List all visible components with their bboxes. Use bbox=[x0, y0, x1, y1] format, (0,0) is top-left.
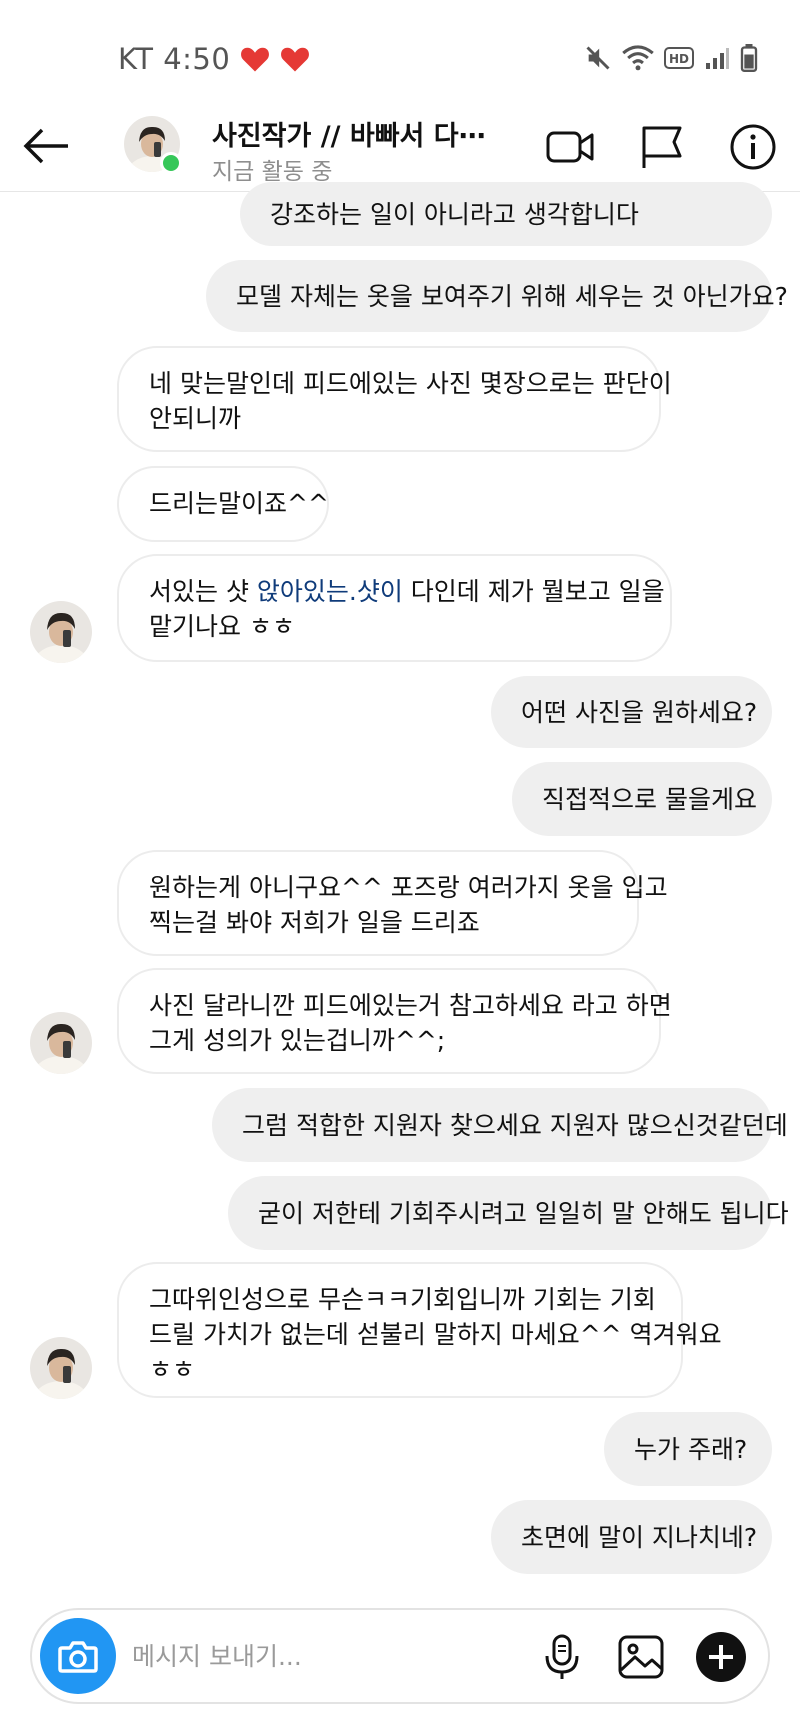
status-bar: KT 4:50 HD bbox=[0, 0, 800, 100]
message-text: 직접적으로 물을게요 bbox=[542, 784, 757, 814]
avatar[interactable] bbox=[30, 1337, 92, 1399]
hashtag-link[interactable]: 앉아있는.샷이 bbox=[257, 577, 403, 606]
message-text: 안되니까 bbox=[149, 404, 242, 433]
message-text: ㅎㅎ bbox=[149, 1355, 196, 1384]
activity-status: 지금 활동 중 bbox=[212, 159, 333, 185]
message-text: 강조하는 일이 아니라고 생각합니다 bbox=[270, 199, 639, 229]
message-text: 드리는말이죠^^ bbox=[149, 489, 329, 518]
message-text: 찍는걸 봐야 저희가 일을 드리죠 bbox=[149, 908, 480, 937]
message-text: 누가 주래? bbox=[634, 1434, 748, 1464]
camera-icon bbox=[58, 1641, 98, 1673]
page-title[interactable]: 사진작가 // 바빠서 다⋯ bbox=[212, 114, 486, 153]
message-text: 맡기나요 ㅎㅎ bbox=[149, 612, 295, 641]
message-bubble-sent[interactable]: 그럼 적합한 지원자 찾으세요 지원자 많으신것같던데 bbox=[212, 1088, 788, 1162]
message-text: 네 맞는말인데 피드에있는 사진 몇장으로는 판단이 bbox=[149, 369, 672, 398]
battery-icon bbox=[740, 44, 758, 72]
message-text: 드릴 가치가 없는데 섣불리 말하지 마세요^^ 역겨워요 bbox=[149, 1320, 722, 1349]
chat-header: 사진작가 // 바빠서 다⋯ 지금 활동 중 bbox=[0, 100, 800, 192]
svg-text:HD: HD bbox=[669, 52, 689, 66]
message-text: 사진 달라니깐 피드에있는거 참고하세요 라고 하면 bbox=[149, 991, 672, 1020]
hd-icon: HD bbox=[664, 47, 694, 69]
heart-icon bbox=[241, 47, 270, 72]
carrier-time: KT 4:50 bbox=[118, 42, 231, 76]
message-text: 서있는 샷 앉아있는.샷이 다인데 제가 뭘보고 일을 bbox=[149, 577, 665, 606]
message-bubble-sent[interactable]: 굳이 저한테 기회주시려고 일일히 말 안해도 됩니다 bbox=[228, 1176, 789, 1250]
message-bubble-sent[interactable]: 어떤 사진을 원하세요? bbox=[491, 676, 772, 748]
message-input[interactable] bbox=[132, 1630, 462, 1682]
mute-icon bbox=[586, 46, 610, 70]
online-status-dot bbox=[160, 152, 182, 174]
message-text: 모델 자체는 옷을 보여주기 위해 세우는 것 아닌가요? bbox=[236, 281, 788, 311]
message-bubble-sent[interactable]: 직접적으로 물을게요 bbox=[512, 762, 772, 836]
message-bubble-received[interactable]: 네 맞는말인데 피드에있는 사진 몇장으로는 판단이 안되니까 bbox=[117, 346, 672, 452]
message-bubble-sent[interactable]: 모델 자체는 옷을 보여주기 위해 세우는 것 아닌가요? bbox=[206, 260, 788, 332]
avatar[interactable] bbox=[30, 1012, 92, 1074]
message-bubble-sent[interactable]: 강조하는 일이 아니라고 생각합니다 bbox=[240, 182, 772, 246]
message-bubble-received[interactable]: 그따위인성으로 무슨ㅋㅋ기회입니까 기회는 기회 드릴 가치가 없는데 섣불리 … bbox=[117, 1262, 722, 1398]
message-bubble-received[interactable]: 드리는말이죠^^ bbox=[117, 466, 329, 542]
plus-icon bbox=[709, 1645, 733, 1669]
gallery-icon[interactable] bbox=[616, 1632, 666, 1682]
message-text: 그럼 적합한 지원자 찾으세요 지원자 많으신것같던데 bbox=[242, 1110, 788, 1140]
info-icon[interactable] bbox=[728, 122, 778, 172]
microphone-icon[interactable] bbox=[537, 1632, 587, 1682]
message-bubble-received[interactable]: 원하는게 아니구요^^ 포즈랑 여러가지 옷을 입고 찍는걸 봐야 저희가 일을… bbox=[117, 850, 668, 956]
heart-icon bbox=[281, 47, 310, 72]
message-text: 그따위인성으로 무슨ㅋㅋ기회입니까 기회는 기회 bbox=[149, 1285, 656, 1314]
message-bubble-received[interactable]: 사진 달라니깐 피드에있는거 참고하세요 라고 하면 그게 성의가 있는겁니까^… bbox=[117, 968, 672, 1074]
message-text: 굳이 저한테 기회주시려고 일일히 말 안해도 됩니다 bbox=[258, 1198, 789, 1228]
plus-button[interactable] bbox=[696, 1632, 746, 1682]
camera-button[interactable] bbox=[40, 1618, 116, 1694]
message-text: 초면에 말이 지나치네? bbox=[521, 1522, 758, 1552]
status-left: KT 4:50 bbox=[118, 42, 310, 76]
avatar[interactable] bbox=[30, 601, 92, 663]
back-arrow-icon[interactable] bbox=[20, 120, 72, 172]
flag-icon[interactable] bbox=[636, 122, 686, 172]
message-text: 그게 성의가 있는겁니까^^; bbox=[149, 1026, 446, 1055]
message-text: 원하는게 아니구요^^ 포즈랑 여러가지 옷을 입고 bbox=[149, 873, 668, 902]
signal-icon bbox=[706, 48, 729, 69]
message-bubble-sent[interactable]: 초면에 말이 지나치네? bbox=[491, 1500, 772, 1574]
status-right: HD bbox=[584, 44, 758, 72]
message-text: 어떤 사진을 원하세요? bbox=[521, 697, 758, 727]
wifi-icon bbox=[622, 45, 654, 71]
message-bubble-received[interactable]: 서있는 샷 앉아있는.샷이 다인데 제가 뭘보고 일을 맡기나요 ㅎㅎ bbox=[117, 554, 672, 662]
message-composer bbox=[30, 1608, 770, 1704]
message-bubble-sent[interactable]: 누가 주래? bbox=[604, 1412, 772, 1486]
video-call-icon[interactable] bbox=[545, 122, 595, 172]
